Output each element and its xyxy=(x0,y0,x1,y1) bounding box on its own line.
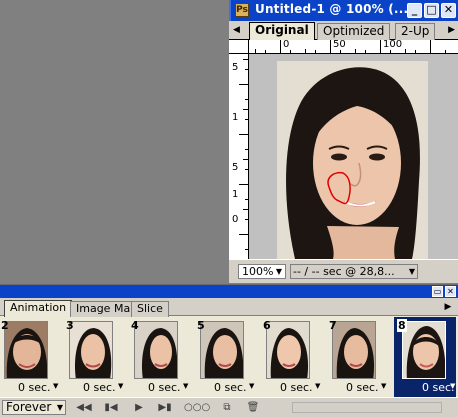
ruler-ticks-vertical xyxy=(239,59,248,250)
download-time-text: -- / -- sec @ 28,8... xyxy=(293,265,395,278)
minimize-button[interactable]: _ xyxy=(407,3,422,18)
chevron-down-icon: ▼ xyxy=(275,267,282,276)
frame-thumbnail xyxy=(332,321,376,379)
frame-3[interactable]: 3 0 sec. ▼ xyxy=(65,317,127,397)
palette-tabs: Animation Image Map Slice ▶ xyxy=(0,298,458,317)
chevron-down-icon: ▼ xyxy=(118,382,124,390)
frame-delay[interactable]: 0 sec. xyxy=(148,381,181,394)
vertical-ruler[interactable]: 5 1 5 1 0 xyxy=(229,54,249,259)
ruler-label-50: 50 xyxy=(333,40,346,50)
chevron-down-icon: ▼ xyxy=(408,265,415,278)
view-tabs: ◀ Original Optimized 2-Up ▶ xyxy=(229,21,458,41)
trash-icon[interactable]: 🗑 xyxy=(246,401,260,414)
document-titlebar[interactable]: Ps Untitled-1 @ 100% (... _ □ ✕ xyxy=(229,0,458,21)
horizontal-ruler[interactable]: 0 50 100 xyxy=(249,40,458,54)
chevron-down-icon: ▼ xyxy=(56,403,63,412)
close-button[interactable]: ✕ xyxy=(441,3,456,18)
ruler-ticks-horizontal xyxy=(255,40,446,53)
chevron-down-icon: ▼ xyxy=(450,382,456,390)
animation-palette: ▭ ✕ Animation Image Map Slice ▶ 2 0 sec.… xyxy=(0,284,458,417)
chevron-down-icon: ▼ xyxy=(315,382,321,390)
duplicate-frame-icon[interactable]: ⧉ xyxy=(220,401,234,414)
ruler-corner xyxy=(229,40,249,54)
frame-thumbnail xyxy=(200,321,244,379)
frame-thumbnail xyxy=(134,321,178,379)
tab-scroll-right-icon[interactable]: ▶ xyxy=(448,24,455,36)
zoom-select[interactable]: 100% ▼ xyxy=(238,264,286,279)
ruler-label-100: 100 xyxy=(383,40,403,50)
palette-menu-icon[interactable]: ▶ xyxy=(442,301,454,313)
document-window: Ps Untitled-1 @ 100% (... _ □ ✕ ◀ Origin… xyxy=(229,0,458,283)
canvas-area[interactable] xyxy=(249,54,458,259)
next-frame-icon[interactable]: ▶▮ xyxy=(156,401,174,414)
frame-2[interactable]: 2 0 sec. ▼ xyxy=(0,317,62,397)
ruler-label-v4: 1 xyxy=(232,189,239,200)
tab-scroll-left-icon[interactable]: ◀ xyxy=(233,24,240,36)
frame-8[interactable]: 8 0 sec. ▼ xyxy=(394,317,456,397)
ruler-label-v5: 0 xyxy=(232,214,239,225)
frame-delay[interactable]: 0 sec. xyxy=(346,381,379,394)
loop-select[interactable]: Forever ▼ xyxy=(2,400,66,415)
tween-icon[interactable]: ○○○ xyxy=(184,401,210,414)
tab-slice[interactable]: Slice xyxy=(131,301,169,317)
frame-number: 3 xyxy=(66,319,74,332)
zoom-value: 100% xyxy=(242,265,274,278)
frame-delay[interactable]: 0 sec. xyxy=(280,381,313,394)
animation-controls: Forever ▼ ◀◀ ▮◀ ▶ ▶▮ ○○○ ⧉ 🗑 xyxy=(0,397,458,417)
frame-4[interactable]: 4 0 sec. ▼ xyxy=(130,317,192,397)
frame-number: 4 xyxy=(131,319,139,332)
frame-6[interactable]: 6 0 sec. ▼ xyxy=(262,317,324,397)
portrait-image xyxy=(277,61,428,259)
previous-frame-icon[interactable]: ▮◀ xyxy=(102,401,120,414)
frame-delay[interactable]: 0 sec. xyxy=(83,381,116,394)
maximize-button[interactable]: □ xyxy=(424,3,439,18)
tab-original[interactable]: Original xyxy=(249,22,315,41)
palette-minimize-button[interactable]: ▭ xyxy=(432,286,443,297)
chevron-down-icon: ▼ xyxy=(381,382,387,390)
frame-delay[interactable]: 0 sec. xyxy=(18,381,51,394)
ruler-label-v2: 1 xyxy=(232,112,239,123)
frame-5[interactable]: 5 0 sec. ▼ xyxy=(196,317,258,397)
chevron-down-icon: ▼ xyxy=(53,382,59,390)
ruler-label-v3: 5 xyxy=(232,162,239,173)
tab-optimized[interactable]: Optimized xyxy=(317,23,391,40)
first-frame-icon[interactable]: ◀◀ xyxy=(74,401,94,414)
play-icon[interactable]: ▶ xyxy=(132,401,146,414)
frame-thumbnail xyxy=(69,321,113,379)
chevron-down-icon: ▼ xyxy=(183,382,189,390)
ruler-label-0: 0 xyxy=(283,40,290,50)
chevron-down-icon: ▼ xyxy=(249,382,255,390)
frame-delay[interactable]: 0 sec. xyxy=(214,381,247,394)
loop-value: Forever xyxy=(6,400,52,414)
frame-number: 2 xyxy=(1,319,9,332)
tab-animation[interactable]: Animation xyxy=(4,300,73,317)
ruler-label-v1: 5 xyxy=(232,62,239,73)
frame-number: 7 xyxy=(329,319,337,332)
frame-number: 8 xyxy=(397,319,407,332)
frame-strip: 2 0 sec. ▼ 3 0 sec. ▼ 4 0 sec. ▼ 5 0 sec… xyxy=(0,317,458,397)
palette-titlebar[interactable]: ▭ ✕ xyxy=(0,285,458,298)
frame-thumbnail xyxy=(402,321,446,379)
tab-2up[interactable]: 2-Up xyxy=(395,23,436,40)
frame-7[interactable]: 7 0 sec. ▼ xyxy=(328,317,390,397)
frames-scrollbar[interactable] xyxy=(292,402,442,413)
download-time-field[interactable]: -- / -- sec @ 28,8... ▼ xyxy=(290,264,418,279)
horizontal-scrollbar[interactable] xyxy=(420,263,456,280)
frame-number: 5 xyxy=(197,319,205,332)
frame-thumbnail xyxy=(4,321,48,379)
app-icon: Ps xyxy=(235,3,249,17)
status-bar: 100% ▼ -- / -- sec @ 28,8... ▼ xyxy=(229,259,458,283)
frame-number: 6 xyxy=(263,319,271,332)
frame-thumbnail xyxy=(266,321,310,379)
palette-close-button[interactable]: ✕ xyxy=(445,286,456,297)
document-title: Untitled-1 @ 100% (... xyxy=(255,2,409,16)
